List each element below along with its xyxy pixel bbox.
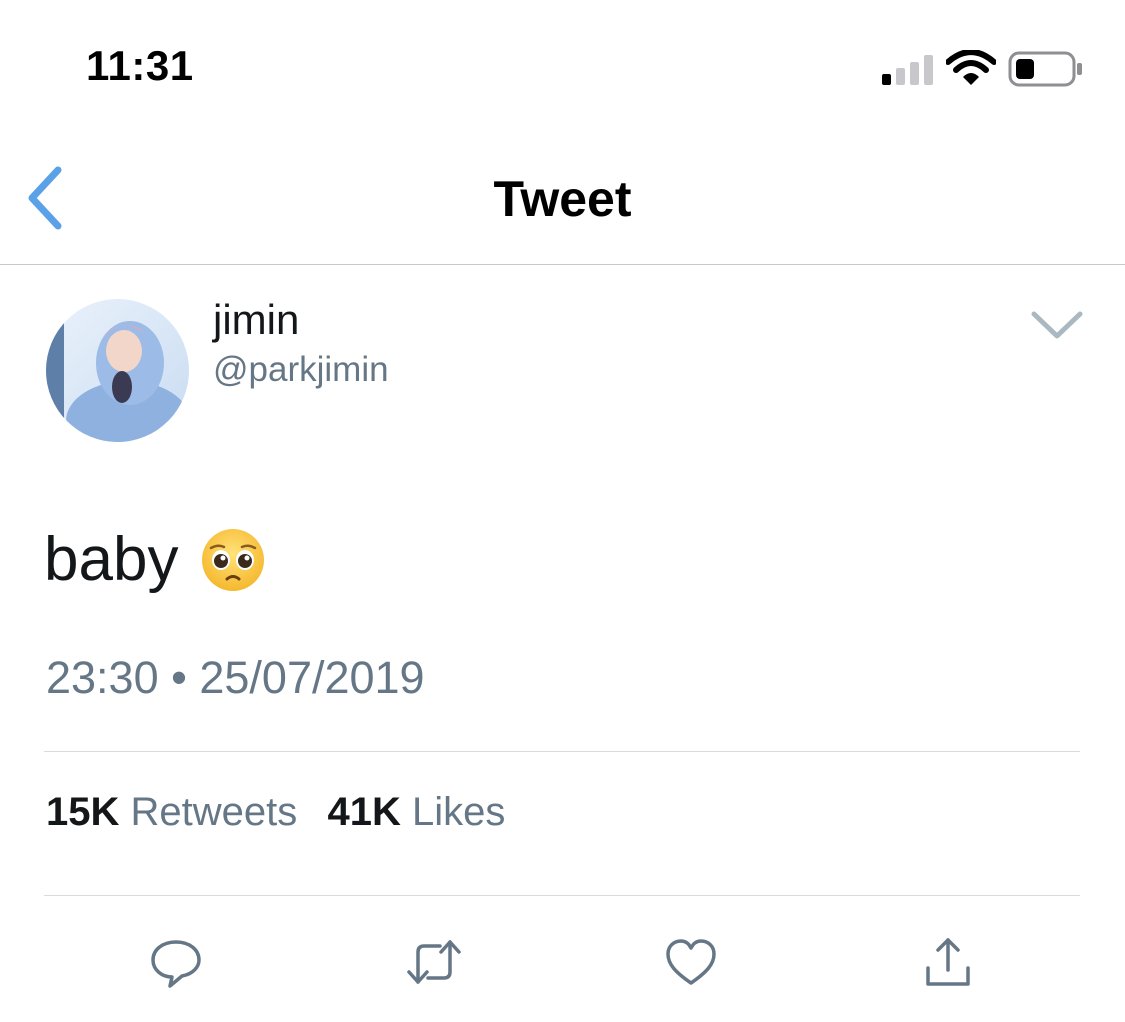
retweet-icon[interactable]: [404, 934, 464, 990]
author-name[interactable]: jimin: [213, 296, 299, 344]
like-icon[interactable]: [663, 934, 719, 990]
reply-icon[interactable]: [148, 934, 204, 990]
wifi-icon: [946, 50, 996, 85]
avatar-image: [46, 299, 189, 442]
divider: [44, 895, 1080, 896]
page-title: Tweet: [493, 171, 632, 227]
avatar[interactable]: [46, 299, 189, 442]
tweet-text: baby: [44, 524, 266, 595]
likes-label[interactable]: Likes: [412, 790, 505, 834]
divider: [44, 751, 1080, 752]
tweet-timestamp: 23:30 • 25/07/2019: [46, 652, 425, 703]
nav-divider: [0, 264, 1125, 265]
share-icon[interactable]: [920, 934, 976, 990]
chevron-down-icon[interactable]: [1030, 308, 1084, 342]
retweets-label[interactable]: Retweets: [131, 790, 298, 834]
pleading-face-emoji: [202, 528, 265, 591]
retweets-count[interactable]: 15K: [46, 790, 119, 834]
tweet-stats: 15K Retweets 41K Likes: [46, 790, 505, 835]
status-time: 11:31: [86, 42, 194, 89]
battery-icon: [1008, 51, 1082, 87]
tweet-text-content: baby: [44, 525, 179, 594]
likes-count[interactable]: 41K: [328, 790, 401, 834]
signal-icon: [882, 55, 933, 85]
author-handle[interactable]: @parkjimin: [213, 350, 389, 390]
